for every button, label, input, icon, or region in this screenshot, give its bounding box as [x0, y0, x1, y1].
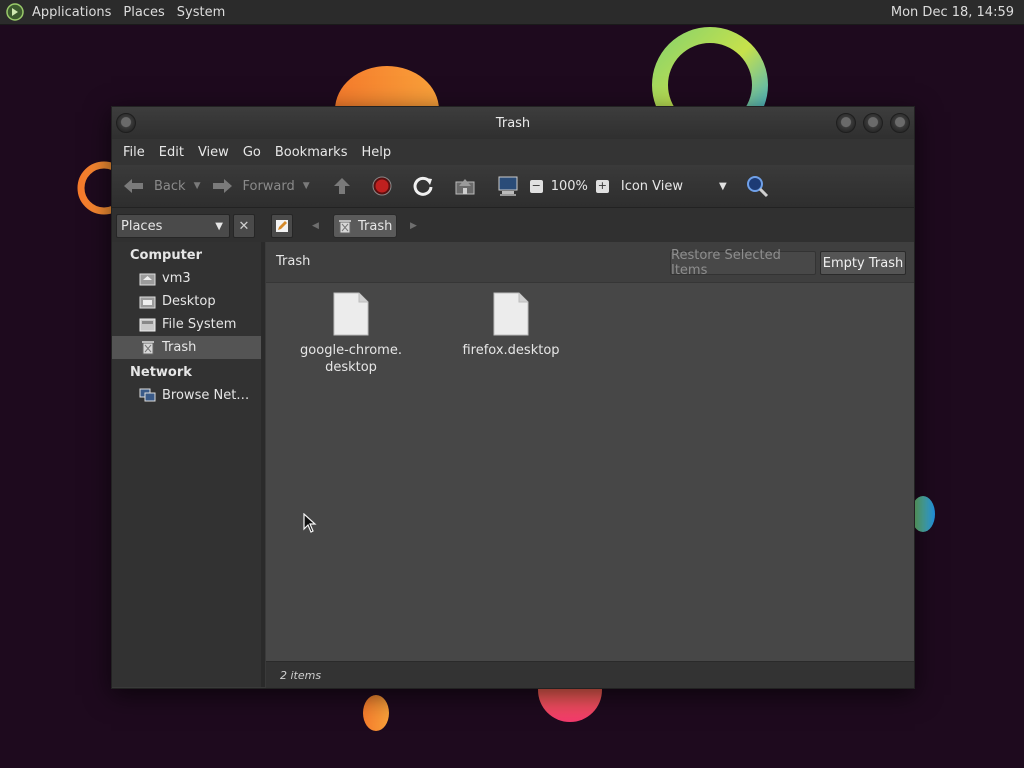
sidebar-pane-label: Places [121, 218, 163, 234]
file-name: google-chrome. [300, 343, 402, 358]
menu-edit[interactable]: Edit [152, 145, 191, 160]
file-item[interactable]: firefox.desktop [451, 292, 571, 359]
pencil-icon [276, 220, 288, 232]
back-button[interactable]: Back ▼ [122, 171, 200, 201]
sidebar-item-desktop[interactable]: Desktop [112, 290, 261, 313]
computer-icon[interactable] [496, 175, 520, 197]
view-mode-select[interactable]: Icon View [621, 179, 683, 194]
clock[interactable]: Mon Dec 18, 14:59 [881, 5, 1024, 20]
menu-file[interactable]: File [116, 145, 152, 160]
menu-help[interactable]: Help [354, 145, 398, 160]
sidebar-item-label: Trash [162, 340, 197, 355]
document-icon [333, 292, 369, 336]
places-sidebar: Computer vm3 Desktop File System Trash N… [112, 242, 265, 687]
forward-arrow-icon [213, 179, 233, 193]
sidebar-item-vm3[interactable]: vm3 [112, 267, 261, 290]
menu-view[interactable]: View [191, 145, 236, 160]
sidebar-item-file-system[interactable]: File System [112, 313, 261, 336]
status-bar: 2 items [266, 661, 914, 688]
breadcrumb-label: Trash [358, 218, 393, 234]
search-icon[interactable] [745, 174, 769, 198]
minimize-icon[interactable] [836, 113, 856, 133]
forward-history-dropdown-icon[interactable]: ▼ [303, 181, 310, 191]
window-menu-icon[interactable] [116, 113, 136, 133]
crumb-scroll-right-icon[interactable]: ▶ [410, 221, 417, 231]
file-name-continued: desktop [325, 360, 377, 375]
window-titlebar[interactable]: Trash [112, 107, 914, 139]
maximize-icon[interactable] [863, 113, 883, 133]
forward-button[interactable]: Forward ▼ [210, 171, 310, 201]
applications-menu[interactable]: Applications [26, 5, 117, 20]
document-icon [493, 292, 529, 336]
restore-selected-button[interactable]: Restore Selected Items [670, 248, 816, 278]
file-name: firefox.desktop [462, 343, 560, 358]
file-item[interactable]: google-chrome. desktop [291, 292, 411, 376]
breadcrumb-trash[interactable]: Trash [333, 214, 397, 238]
back-arrow-icon [124, 179, 143, 193]
up-arrow-icon[interactable] [332, 176, 352, 196]
close-sidebar-button[interactable]: ✕ [233, 214, 255, 238]
zoom-level[interactable]: 100% [551, 179, 588, 194]
window-title: Trash [495, 115, 531, 131]
location-title: Trash [276, 254, 311, 269]
chevron-down-icon: ▼ [215, 220, 223, 232]
sidebar-item-trash[interactable]: Trash [112, 336, 261, 359]
mouse-cursor-icon [303, 513, 317, 533]
close-icon[interactable] [890, 113, 910, 133]
system-menu[interactable]: System [171, 5, 231, 20]
back-label: Back [154, 178, 186, 194]
edit-location-button[interactable] [271, 214, 293, 238]
menu-bookmarks[interactable]: Bookmarks [268, 145, 355, 160]
location-bar: Places ▼ ✕ ◀ Trash ▶ [112, 208, 914, 242]
distro-logo-icon[interactable] [6, 3, 24, 21]
places-menu[interactable]: Places [117, 5, 170, 20]
menubar: File Edit View Go Bookmarks Help [112, 139, 914, 165]
zoom-out-icon[interactable]: − [529, 179, 543, 193]
trash-info-bar: Trash Restore Selected Items Empty Trash [266, 242, 914, 283]
item-count: 2 items [280, 668, 322, 682]
top-panel: Applications Places System Mon Dec 18, 1… [0, 0, 1024, 25]
view-mode-dropdown-icon[interactable]: ▼ [719, 181, 727, 192]
home-folder-icon [139, 273, 156, 286]
sidebar-heading-computer: Computer [130, 248, 203, 263]
forward-label: Forward [242, 178, 295, 194]
drive-icon [139, 318, 156, 332]
sidebar-item-browse-network[interactable]: Browse Net… [112, 384, 261, 407]
sidebar-heading-network: Network [130, 365, 192, 380]
empty-trash-button[interactable]: Empty Trash [820, 251, 906, 275]
desktop-folder-icon [139, 296, 156, 309]
file-manager-window: Trash File Edit View Go Bookmarks Help B… [111, 106, 915, 689]
zoom-in-icon[interactable]: + [595, 179, 609, 193]
toolbar: Back ▼ Forward ▼ − 100% + Icon View ▼ [112, 165, 914, 208]
sidebar-item-label: File System [162, 317, 237, 332]
network-icon [139, 388, 156, 402]
sidebar-item-label: vm3 [162, 271, 191, 286]
trash-icon [142, 341, 154, 355]
trash-icon [339, 220, 351, 234]
reload-icon[interactable] [412, 175, 434, 197]
sidebar-item-label: Browse Net… [162, 388, 250, 403]
home-icon[interactable] [454, 176, 476, 196]
file-view[interactable]: Trash Restore Selected Items Empty Trash… [266, 242, 914, 661]
crumb-scroll-left-icon[interactable]: ◀ [312, 221, 319, 231]
menu-go[interactable]: Go [236, 145, 268, 160]
sidebar-pane-selector[interactable]: Places ▼ [116, 214, 230, 238]
sidebar-item-label: Desktop [162, 294, 216, 309]
back-history-dropdown-icon[interactable]: ▼ [194, 181, 201, 191]
stop-icon[interactable] [372, 176, 392, 196]
